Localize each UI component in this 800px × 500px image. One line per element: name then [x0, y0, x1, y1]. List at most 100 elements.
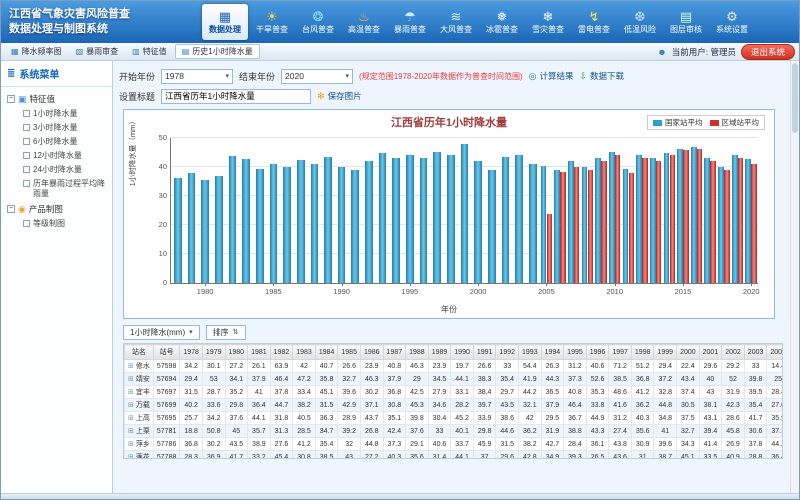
checkbox[interactable] — [23, 152, 30, 159]
station-expand-icon[interactable]: ⊞ — [128, 454, 134, 459]
data-table-container[interactable]: 站名站号197819791980198119821983198419851986… — [123, 343, 783, 459]
table-row[interactable]: ⊞上栗5778118.850.84535.731.328.534.739.226… — [125, 425, 784, 438]
station-expand-icon[interactable]: ⊞ — [128, 389, 134, 396]
column-header[interactable]: 1989 — [428, 345, 451, 360]
column-header[interactable]: 1993 — [519, 345, 542, 360]
collapse-icon[interactable]: − — [7, 95, 15, 103]
value-cell: 32.1 — [519, 399, 542, 412]
download-button[interactable]: ⇩ 数据下载 — [580, 70, 625, 82]
station-expand-icon[interactable]: ⊞ — [128, 363, 134, 370]
column-header[interactable]: 1978 — [180, 345, 203, 360]
tree-item-0-2[interactable]: 6小时降水量 — [3, 135, 110, 149]
tree-group-0[interactable]: −▣特征值 — [3, 91, 110, 107]
calculate-button[interactable]: ◎ 计算结果 — [529, 70, 574, 82]
tree-item-0-1[interactable]: 3小时降水量 — [3, 121, 110, 135]
value-cell: 36.2 — [519, 425, 542, 438]
column-header[interactable]: 2001 — [699, 345, 722, 360]
logout-button[interactable]: 退出系统 — [741, 44, 795, 60]
column-header[interactable]: 2003 — [744, 345, 767, 360]
column-header[interactable]: 站号 — [153, 345, 179, 360]
toolbar-item-data-processing[interactable]: ▦数据处理 — [202, 4, 248, 40]
toolbar-item-hail-survey[interactable]: ❅冰雹普查 — [479, 1, 525, 43]
column-header[interactable]: 2004 — [767, 345, 783, 360]
column-header[interactable]: 1986 — [360, 345, 383, 360]
table-row[interactable]: ⊞万载5769940.233.629.836.444.738.231.542.9… — [125, 399, 784, 412]
checkbox[interactable] — [23, 124, 30, 131]
column-header[interactable]: 1985 — [338, 345, 361, 360]
table-row[interactable]: ⊞上高5769525.734.237.644.131.840.536.328.9… — [125, 412, 784, 425]
tab-2[interactable]: ▥特征值 — [126, 45, 173, 58]
tree-item-0-0[interactable]: 1小时降水量 — [3, 107, 110, 121]
column-header[interactable]: 1992 — [496, 345, 519, 360]
table-row[interactable]: ⊞宜丰5769731.528.735.24137.833.445.139.630… — [125, 386, 784, 399]
value-cell: 38.8 — [564, 425, 587, 438]
end-year-select[interactable]: 2020 ▾ — [281, 69, 353, 84]
table-row[interactable]: ⊞靖安5769429.45334.137.946.447.235.832.746… — [125, 373, 784, 386]
station-expand-icon[interactable]: ⊞ — [128, 415, 134, 422]
metric-select[interactable]: 1小时降水(mm) ▾ — [123, 325, 200, 340]
column-header[interactable]: 1982 — [270, 345, 293, 360]
column-header[interactable]: 1990 — [451, 345, 474, 360]
tree-item-1-0[interactable]: 等级制图 — [3, 217, 110, 231]
station-expand-icon[interactable]: ⊞ — [128, 402, 134, 409]
toolbar-item-system-settings[interactable]: ⚙系统设置 — [709, 1, 755, 43]
column-header[interactable]: 1981 — [248, 345, 271, 360]
column-header[interactable]: 1980 — [225, 345, 248, 360]
toolbar-item-snow-survey[interactable]: ❄雪灾普查 — [525, 1, 571, 43]
value-cell: 35.2 — [225, 386, 248, 399]
start-year-select[interactable]: 1978 ▾ — [161, 69, 233, 84]
column-header[interactable]: 1984 — [315, 345, 338, 360]
station-expand-icon[interactable]: ⊞ — [128, 376, 134, 383]
column-header[interactable]: 2002 — [722, 345, 745, 360]
column-header[interactable]: 1991 — [473, 345, 496, 360]
station-expand-icon[interactable]: ⊞ — [128, 428, 134, 435]
tab-3[interactable]: ▤历史1小时降水量 — [175, 44, 260, 59]
table-row[interactable]: ⊞萍乡5778636.830.243.538.927.641.235.43244… — [125, 438, 784, 451]
value-cell: 33.1 — [451, 386, 474, 399]
tree-item-0-3[interactable]: 12小时降水量 — [3, 149, 110, 163]
table-row[interactable]: ⊞莲花5778828.336.941.733.245.430.838.54327… — [125, 451, 784, 460]
value-cell: 36.7 — [564, 412, 587, 425]
tree-item-0-5[interactable]: 历年暴雨过程平均降雨量 — [3, 177, 110, 201]
tree-group-1[interactable]: −◉产品制图 — [3, 201, 110, 217]
table-row[interactable]: ⊞修水5759834.230.127.226.163.94240.726.623… — [125, 360, 784, 373]
column-header[interactable]: 1987 — [383, 345, 406, 360]
toolbar-item-typhoon-survey[interactable]: ❂台风普查 — [295, 1, 341, 43]
checkbox[interactable] — [23, 138, 30, 145]
x-tick-mark — [342, 283, 343, 286]
tree-item-0-4[interactable]: 24小时降水量 — [3, 163, 110, 177]
toolbar-item-drought-survey[interactable]: ☀干旱普查 — [249, 1, 295, 43]
column-header[interactable]: 1995 — [564, 345, 587, 360]
column-header[interactable]: 2000 — [677, 345, 700, 360]
column-header[interactable]: 1988 — [406, 345, 429, 360]
station-expand-icon[interactable]: ⊞ — [128, 441, 134, 448]
column-header[interactable]: 1983 — [293, 345, 316, 360]
chart-title-input[interactable] — [161, 89, 311, 104]
column-header[interactable]: 1979 — [202, 345, 225, 360]
toolbar-item-layer-review[interactable]: ▤图层审核 — [663, 1, 709, 43]
column-header[interactable]: 1999 — [654, 345, 677, 360]
collapse-icon[interactable]: − — [7, 205, 15, 213]
column-header[interactable]: 1997 — [609, 345, 632, 360]
toolbar-item-rainstorm-survey[interactable]: ☂暴雨普查 — [387, 1, 433, 43]
tab-icon: ▧ — [76, 47, 84, 56]
sort-select[interactable]: 排序 ⇅ — [206, 325, 246, 340]
save-image-button[interactable]: ✻ 保存图片 — [317, 90, 362, 102]
value-cell: 33.4 — [293, 386, 316, 399]
toolbar-item-heat-survey[interactable]: ♨高温普查 — [341, 1, 387, 43]
vertical-scrollbar[interactable] — [790, 61, 799, 493]
toolbar-item-wind-survey[interactable]: ≋大风普查 — [433, 1, 479, 43]
scrollbar-thumb[interactable] — [792, 63, 798, 133]
column-header[interactable]: 站名 — [125, 345, 154, 360]
checkbox[interactable] — [23, 110, 30, 117]
checkbox[interactable] — [23, 166, 30, 173]
toolbar-item-lowtemp-risk[interactable]: ❆低温风险 — [617, 1, 663, 43]
column-header[interactable]: 1996 — [586, 345, 609, 360]
column-header[interactable]: 1994 — [541, 345, 564, 360]
checkbox[interactable] — [23, 220, 30, 227]
tab-1[interactable]: ▧暴雨审查 — [70, 45, 125, 58]
checkbox[interactable] — [23, 180, 30, 187]
column-header[interactable]: 1998 — [631, 345, 654, 360]
toolbar-item-lightning-survey[interactable]: ↯雷电普查 — [571, 1, 617, 43]
tab-0[interactable]: ▦降水频率图 — [5, 45, 68, 58]
